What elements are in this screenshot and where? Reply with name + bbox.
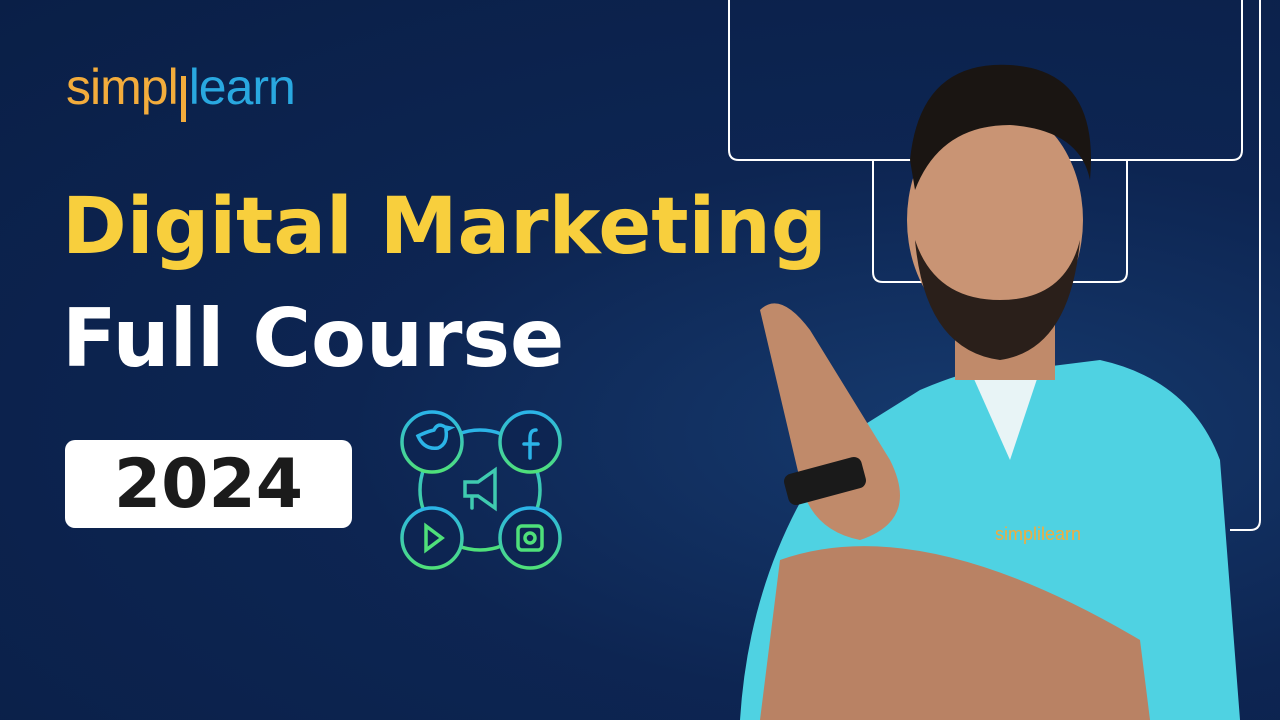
simplilearn-logo: simpl learn bbox=[66, 58, 296, 122]
title-line1: Digital Marketing bbox=[62, 182, 827, 272]
year-badge: 2024 bbox=[65, 440, 352, 528]
year-text: 2024 bbox=[113, 444, 304, 524]
logo-divider bbox=[180, 76, 186, 122]
logo-part1: simpl bbox=[66, 59, 179, 115]
presenter-figure: simplilearn bbox=[740, 64, 1240, 720]
logo-part2: learn bbox=[188, 59, 296, 115]
instagram-icon bbox=[498, 506, 562, 570]
twitter-icon bbox=[400, 410, 464, 474]
youtube-play-icon bbox=[400, 506, 464, 570]
title-line2: Full Course bbox=[62, 292, 565, 385]
social-media-icon-cluster bbox=[400, 410, 562, 570]
shirt-logo: simplilearn bbox=[995, 524, 1081, 544]
